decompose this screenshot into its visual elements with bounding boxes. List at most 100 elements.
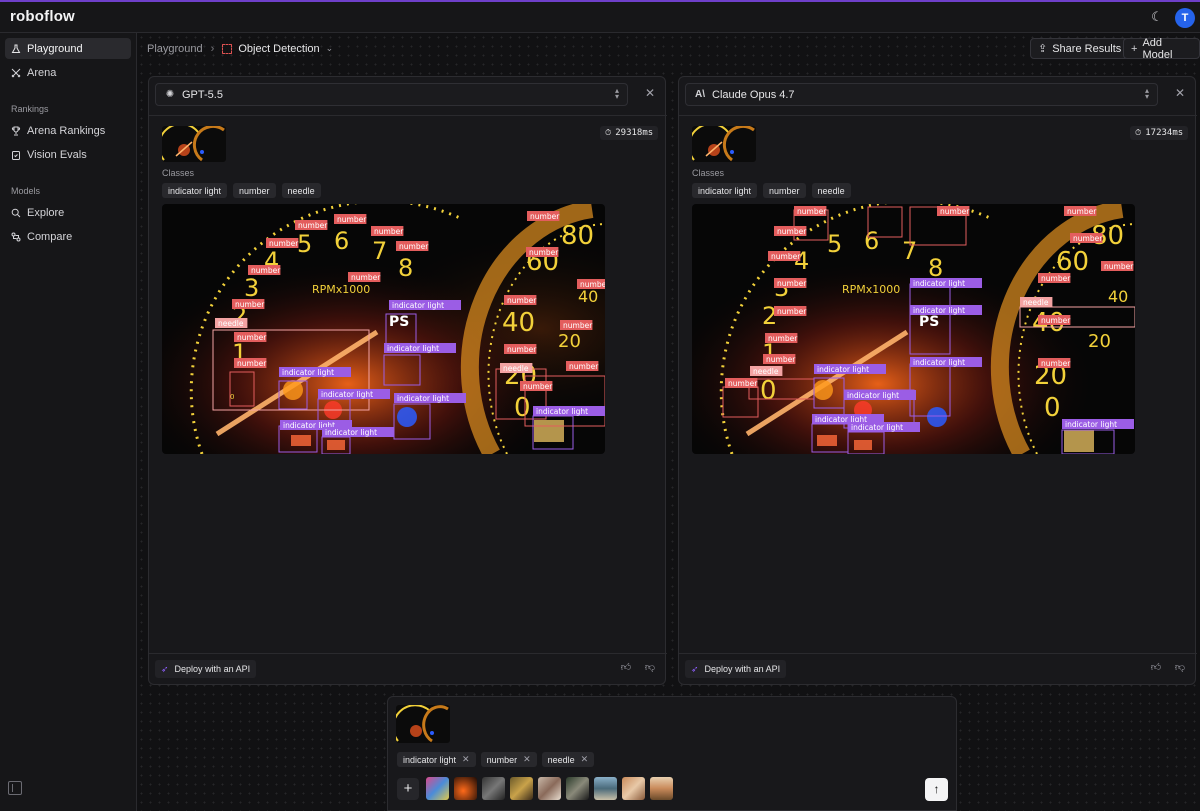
share-icon: ⇪ <box>1038 43 1048 55</box>
detection-label-text: indicator light <box>397 394 449 403</box>
close-icon[interactable]: ✕ <box>643 86 657 100</box>
detection-label-text: needle <box>753 367 779 376</box>
sample-image[interactable] <box>650 777 673 800</box>
thumbs-up-icon[interactable]: 👍︎ <box>620 662 632 674</box>
deploy-label: Deploy with an API <box>704 664 781 674</box>
latency-value: 29318ms <box>615 128 654 138</box>
sidebar-collapse-icon[interactable] <box>8 781 22 795</box>
detection-label-text: indicator light <box>851 423 903 432</box>
add-model-button[interactable]: + Add Model <box>1123 36 1200 61</box>
class-chip-label: indicator light <box>403 754 457 765</box>
detection-label-text: number <box>563 321 593 330</box>
deploy-api-button[interactable]: ➶ Deploy with an API <box>155 660 257 678</box>
class-chip-label: needle <box>547 754 575 765</box>
trophy-icon <box>11 126 21 136</box>
detection-label-text: number <box>507 345 537 354</box>
thumbs-down-icon[interactable]: 👎︎ <box>644 662 656 674</box>
rpm-label: RPMx1000 <box>842 283 900 296</box>
sidebar-item-label: Arena <box>27 66 57 79</box>
detection-label-text: number <box>728 379 758 388</box>
class-chip: needle <box>811 183 851 198</box>
latency-badge: ⏱ 29318ms <box>600 126 659 140</box>
breadcrumb-root[interactable]: Playground <box>147 43 203 55</box>
class-chip: number <box>233 183 276 198</box>
detection-label-text: number <box>766 355 796 364</box>
deploy-api-button[interactable]: ➶ Deploy with an API <box>685 660 787 678</box>
class-chip-removable: number ✕ <box>480 752 537 767</box>
detection-label-text: number <box>237 359 267 368</box>
close-icon[interactable]: ✕ <box>1173 86 1187 100</box>
detection-label-text: number <box>235 300 265 309</box>
sample-image[interactable] <box>538 777 561 800</box>
model-panel-claude: A\ Claude Opus 4.7 ▴ ▾ ✕ ⏱ 17234ms Classe… <box>678 76 1197 685</box>
timer-icon: ⏱ <box>605 128 612 137</box>
detection-label-text: number <box>251 266 281 275</box>
sidebar-item-compare[interactable]: Compare <box>5 226 131 247</box>
detection-label-text: needle <box>503 364 529 373</box>
avatar[interactable]: T <box>1175 8 1195 28</box>
detection-label-text: indicator light <box>392 301 444 310</box>
detection-label-text: needle <box>218 319 244 328</box>
divider <box>679 115 1197 116</box>
model-select-claude[interactable]: A\ Claude Opus 4.7 ▴ ▾ <box>685 83 1158 106</box>
rocket-icon: ➶ <box>161 663 169 674</box>
thumbs-down-icon[interactable]: 👎︎ <box>1174 662 1186 674</box>
thumbs-up-icon[interactable]: 👍︎ <box>1150 662 1162 674</box>
detection-result-image[interactable]: 0 1 2 3 4 5 6 7 8 60 80 40 40 20 20 0 RP… <box>162 204 605 454</box>
svg-text:3: 3 <box>244 274 259 302</box>
chevron-updown-icon: ▴ ▾ <box>614 86 619 101</box>
sidebar-item-vision-evals[interactable]: Vision Evals <box>5 144 131 165</box>
close-icon[interactable]: ✕ <box>523 754 531 765</box>
sample-image[interactable] <box>510 777 533 800</box>
attached-image-thumbnail[interactable] <box>396 705 450 743</box>
sample-image[interactable] <box>426 777 449 800</box>
detection-label-text: indicator light <box>817 365 869 374</box>
detection-label-text: number <box>523 382 553 391</box>
rpm-label: RPMx1000 <box>312 283 370 296</box>
sidebar-item-label: Compare <box>27 230 73 243</box>
svg-text:6: 6 <box>334 227 349 255</box>
chevron-right-icon: › <box>210 42 215 55</box>
sample-image[interactable] <box>566 777 589 800</box>
sidebar-item-playground[interactable]: Playground <box>5 38 131 59</box>
detection-result-image[interactable]: 0 1 2 3 4 5 6 7 8 60 80 40 40 20 20 0 RP… <box>692 204 1135 454</box>
section-label-models: Models <box>11 186 41 196</box>
detection-label-text: number <box>374 227 404 236</box>
timer-icon: ⏱ <box>1135 128 1142 137</box>
search-icon <box>11 208 21 218</box>
sample-image[interactable] <box>594 777 617 800</box>
divider <box>149 653 667 654</box>
svg-text:8: 8 <box>398 254 413 282</box>
sample-image[interactable] <box>622 777 645 800</box>
sample-image[interactable] <box>454 777 477 800</box>
sidebar-item-arena-rankings[interactable]: Arena Rankings <box>5 120 131 141</box>
sidebar-item-explore[interactable]: Explore <box>5 202 131 223</box>
share-results-button[interactable]: ⇪ Share Results <box>1030 38 1130 59</box>
send-arrow-icon[interactable]: ↑ <box>925 778 948 801</box>
flask-icon <box>11 44 21 54</box>
sidebar-item-arena[interactable]: Arena <box>5 62 131 83</box>
close-icon[interactable]: ✕ <box>581 754 589 765</box>
sample-image[interactable] <box>482 777 505 800</box>
roboflow-logo[interactable]: roboflow <box>10 8 75 25</box>
detection-label-text: number <box>1073 234 1103 243</box>
breadcrumb-current[interactable]: Object Detection <box>238 43 319 55</box>
chevron-down-icon[interactable]: ⌄ <box>326 43 334 54</box>
detection-label-text: indicator light <box>325 428 377 437</box>
svg-text:80: 80 <box>561 221 594 251</box>
add-model-label: Add Model <box>1142 36 1173 61</box>
model-name: Claude Opus 4.7 <box>712 88 795 101</box>
moon-icon[interactable]: ☾ <box>1148 8 1166 26</box>
svg-text:0: 0 <box>1044 393 1061 423</box>
detection-label-text: number <box>768 334 798 343</box>
detection-label-text: indicator light <box>536 407 588 416</box>
model-select-gpt[interactable]: ✺ GPT-5.5 ▴ ▾ <box>155 83 628 106</box>
rocket-icon: ➶ <box>691 663 699 674</box>
svg-text:40: 40 <box>1108 287 1128 306</box>
add-image-button[interactable]: + <box>397 778 419 800</box>
svg-text:5: 5 <box>297 230 312 258</box>
svg-text:6: 6 <box>864 227 879 255</box>
close-icon[interactable]: ✕ <box>462 754 470 765</box>
input-thumbnail[interactable] <box>162 126 226 162</box>
input-thumbnail[interactable] <box>692 126 756 162</box>
